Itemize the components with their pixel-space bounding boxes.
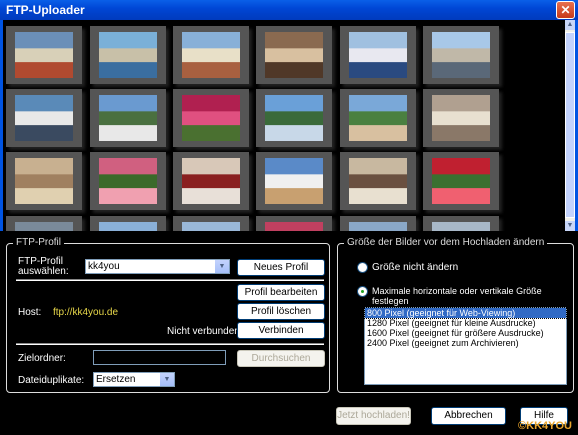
photo-image [265,158,323,204]
photo-image [265,95,323,141]
thumbnail-sign-plate[interactable] [173,152,249,210]
close-button[interactable]: ✕ [556,1,575,19]
thumbnail-waterfront-town[interactable] [423,26,499,84]
radio-set-size[interactable] [357,286,368,297]
scroll-thumb[interactable] [565,32,575,218]
edit-profile-button[interactable]: Profil bearbeiten [237,284,325,301]
thumbnail-harbor-boats[interactable] [90,26,166,84]
radio-set-size-label[interactable]: Maximale horizontale oder vertikale Größ… [372,286,578,306]
thumbnail-harbor-church[interactable] [6,26,82,84]
photo-image [432,222,490,231]
separator [16,343,324,345]
thumbnail-row4-e[interactable] [340,216,416,231]
radio-keep-size[interactable] [357,262,368,273]
upload-button[interactable]: Jetzt hochladen! [336,407,411,425]
thumbnail-row4-d[interactable] [256,216,332,231]
photo-image [15,222,73,231]
photo-image [432,32,490,78]
photo-image [432,158,490,204]
size-option[interactable]: 800 Pixel (geeignet für Web-Viewing) [364,307,567,319]
target-folder-input[interactable] [93,350,226,365]
resize-legend: Größe der Bilder vor dem Hochladen änder… [344,237,548,248]
thumbnail-oleander[interactable] [90,152,166,210]
size-option[interactable]: 2400 Pixel (geeignet zum Archivieren) [365,338,566,348]
title-bar[interactable]: FTP-Uploader ✕ [0,0,578,20]
watermark: ©KK4YOU [518,420,572,432]
photo-image [99,32,157,78]
photo-image [99,222,157,231]
new-profile-button[interactable]: Neues Profil erstellen [237,259,325,288]
profile-select-value: kk4you [88,261,120,272]
thumbnail-marina-hills[interactable] [90,89,166,147]
photo-image [349,95,407,141]
size-listbox[interactable]: 800 Pixel (geeignet für Web-Viewing) 128… [364,307,567,385]
thumbnail-row4-c[interactable] [173,216,249,231]
thumbnail-rocky-shore[interactable] [423,89,499,147]
photo-image [15,32,73,78]
chevron-down-icon[interactable]: ▼ [215,260,229,273]
photo-image [182,158,240,204]
connection-status: Nicht verbunden [167,326,240,337]
separator [16,279,324,281]
photo-image [182,222,240,231]
thumbnail-gallery[interactable] [3,20,565,231]
photo-image [349,32,407,78]
photo-image [99,158,157,204]
delete-profile-button[interactable]: Profil löschen [237,303,325,320]
window-title: FTP-Uploader [6,3,85,17]
photo-image [265,222,323,231]
photo-image [15,158,73,204]
photo-image [265,32,323,78]
photo-image [182,95,240,141]
host-value: ftp://kk4you.de [53,307,119,318]
thumbnail-taverna[interactable] [256,26,332,84]
radio-keep-size-label[interactable]: Größe nicht ändern [372,262,458,273]
thumbnail-red-flowers[interactable] [423,152,499,210]
thumbnail-alley-door[interactable] [340,152,416,210]
cancel-button[interactable]: Abbrechen [431,407,506,425]
duplicates-select[interactable]: Ersetzen ▼ [93,372,175,387]
thumbnail-harbor-houses[interactable] [173,26,249,84]
chevron-down-icon[interactable]: ▼ [160,373,174,386]
photo-image [99,95,157,141]
thumbnail-bougainvillea[interactable] [173,89,249,147]
duplicates-select-value: Ersetzen [96,374,136,385]
thumbnail-row4-b[interactable] [90,216,166,231]
scroll-up-icon[interactable]: ▲ [565,20,575,30]
thumbnail-coastline[interactable] [256,89,332,147]
target-folder-label: Zielordner: [18,353,66,364]
size-option[interactable]: 1600 Pixel (geeignet für größere Ausdruc… [365,328,566,338]
host-label: Host: [18,307,42,318]
thumbnail-sailing-deck[interactable] [6,89,82,147]
photo-image [349,222,407,231]
ftp-profile-legend: FTP-Profil [13,237,64,248]
thumbnail-white-building[interactable] [256,152,332,210]
photo-image [182,32,240,78]
gallery-scrollbar[interactable]: ▲ ▼ [565,20,575,231]
thumbnail-cat-sand[interactable] [6,152,82,210]
connect-button[interactable]: Verbinden [237,322,325,339]
photo-image [15,95,73,141]
photo-image [349,158,407,204]
thumbnail-village-green[interactable] [340,89,416,147]
thumbnail-town-hillside[interactable] [340,26,416,84]
duplicates-label: Dateiduplikate: [18,375,85,386]
photo-image [432,95,490,141]
thumbnail-row4-f[interactable] [423,216,499,231]
browse-button[interactable]: Durchsuchen [237,350,325,367]
size-option[interactable]: 1280 Pixel (geeignet für kleine Ausdruck… [365,318,566,328]
thumbnail-row4-a[interactable] [6,216,82,231]
scroll-down-icon[interactable]: ▼ [565,221,575,231]
profile-select[interactable]: kk4you ▼ [85,259,230,274]
profile-label-line2: auswählen: [18,266,69,277]
